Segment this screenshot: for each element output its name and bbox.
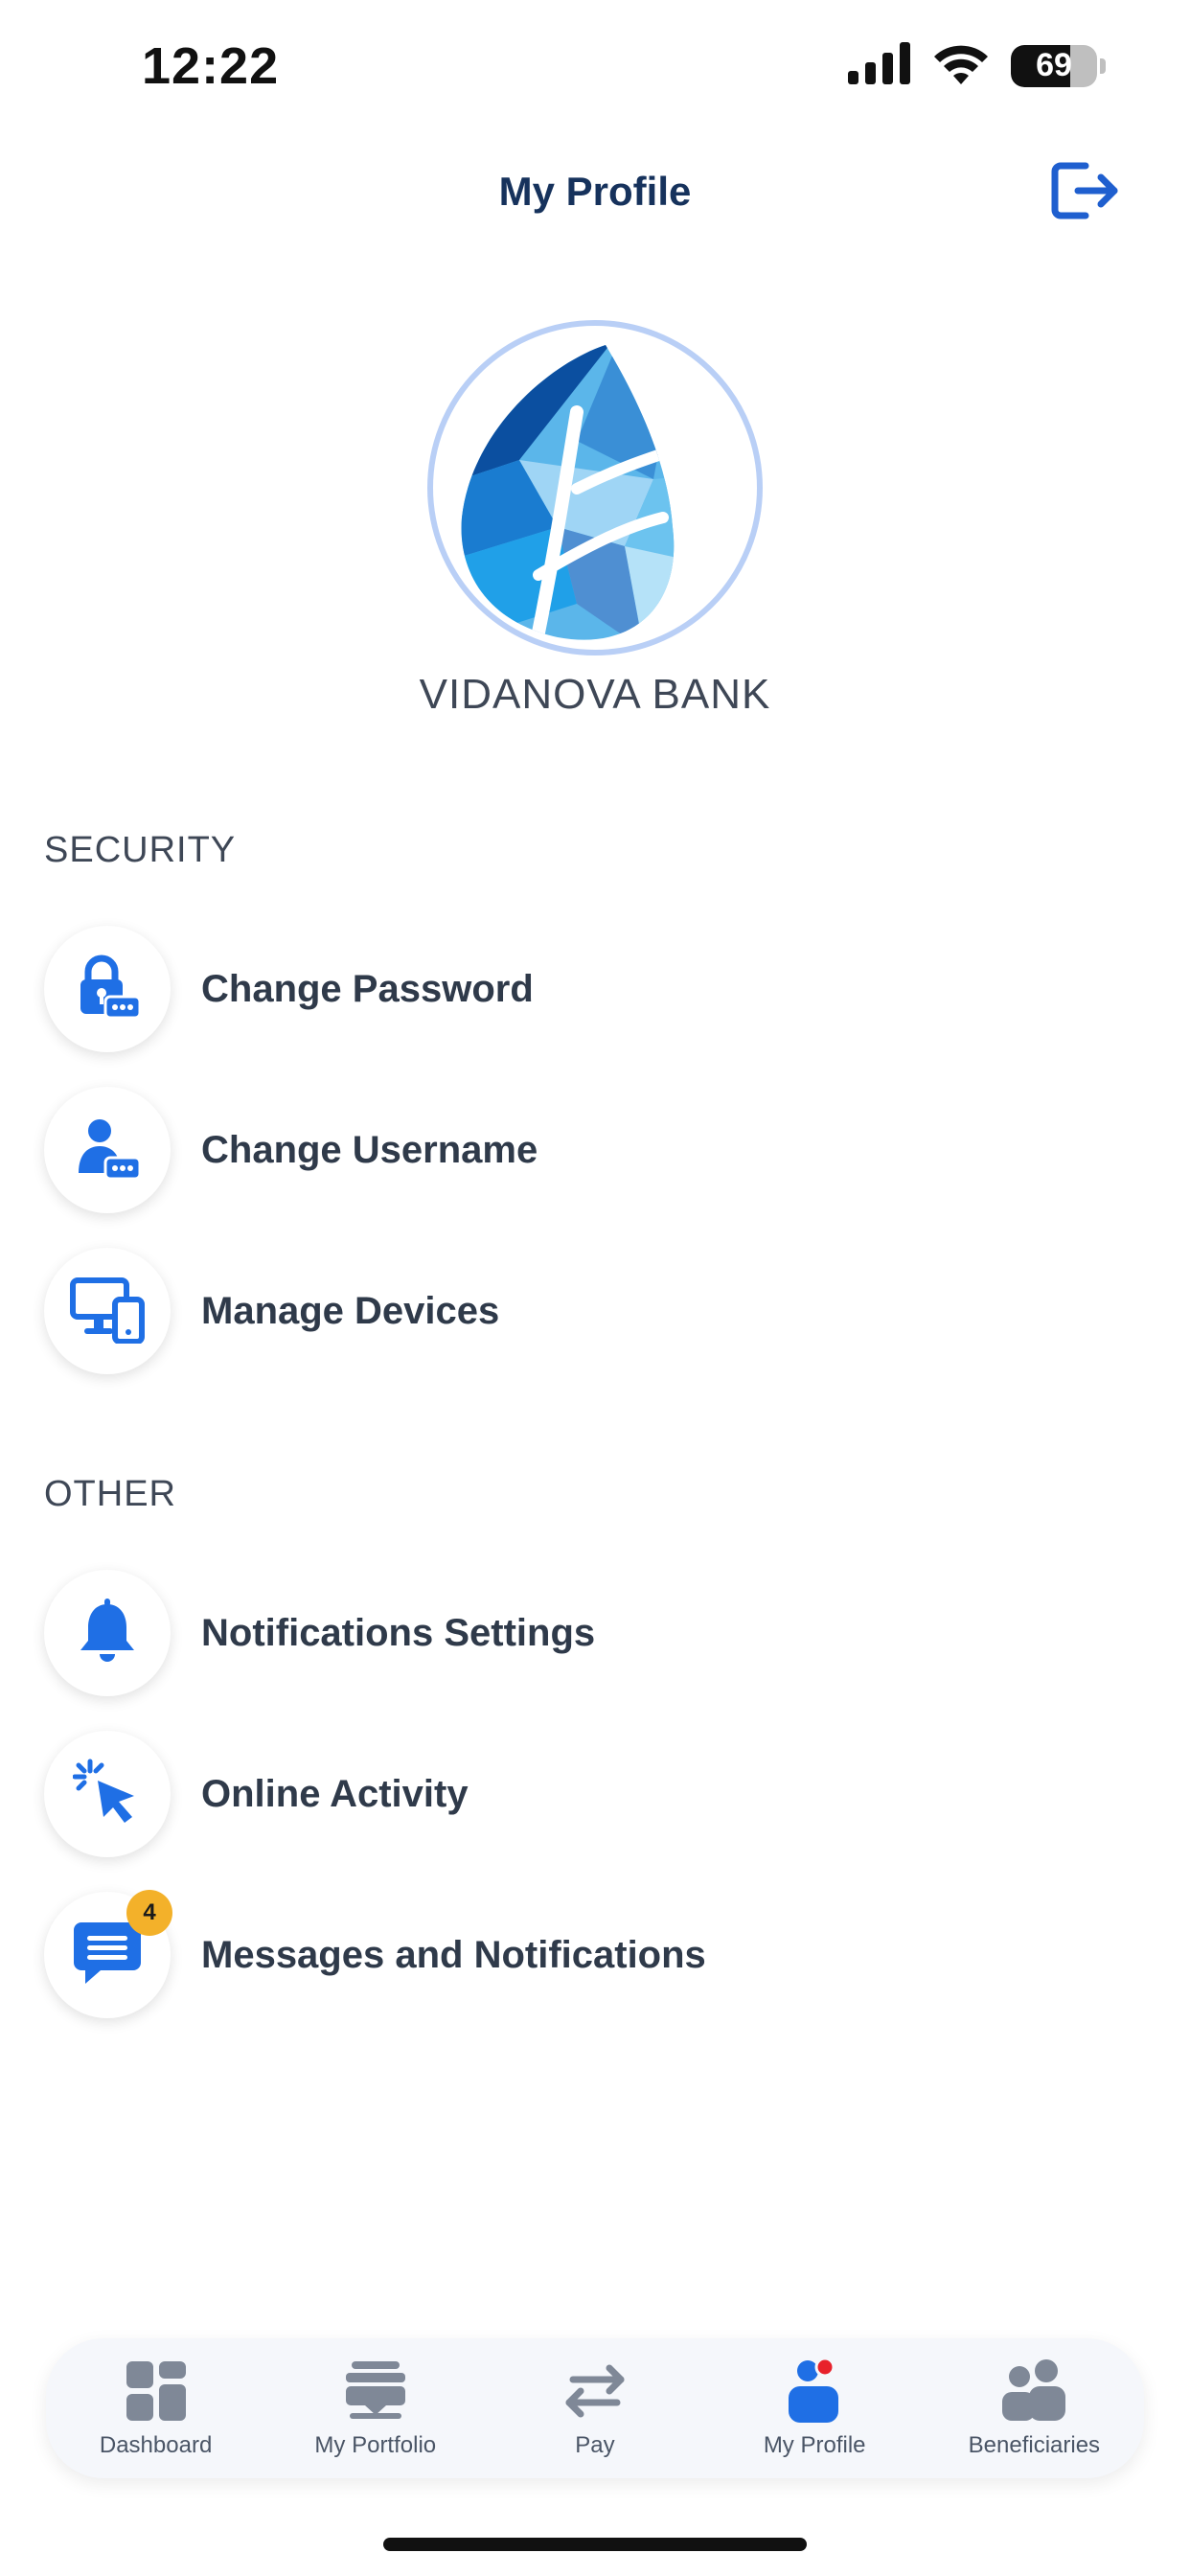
change-password-item[interactable]: Change Password	[44, 924, 1146, 1054]
change-username-item[interactable]: Change Username	[44, 1085, 1146, 1215]
notifications-settings-label: Notifications Settings	[201, 1611, 596, 1654]
tab-beneficiaries[interactable]: Beneficiaries	[933, 2358, 1134, 2459]
dashboard-icon	[123, 2358, 190, 2425]
messages-notifications-item[interactable]: 4 Messages and Notifications	[44, 1890, 1146, 2020]
battery-icon: 69	[1011, 44, 1097, 87]
tab-label: Beneficiaries	[968, 2432, 1101, 2458]
tab-pay[interactable]: Pay	[494, 2358, 696, 2459]
section-label-security: SECURITY	[44, 830, 237, 870]
tab-my-portfolio[interactable]: My Portfolio	[275, 2358, 476, 2459]
bank-logo	[461, 345, 675, 640]
status-time: 12:22	[142, 37, 280, 95]
change-password-label: Change Password	[201, 967, 534, 1010]
bell-icon	[77, 1597, 138, 1670]
notifications-settings-item[interactable]: Notifications Settings	[44, 1568, 1146, 1698]
chat-icon	[72, 1919, 143, 1992]
tab-my-profile[interactable]: My Profile	[714, 2358, 915, 2459]
bank-name: VIDANOVA BANK	[419, 671, 771, 718]
status-icons: 69	[848, 42, 1106, 89]
user-password-icon	[73, 1114, 142, 1187]
page-title: My Profile	[498, 169, 692, 214]
icon-circle: 4	[44, 1890, 172, 2018]
manage-devices-item[interactable]: Manage Devices	[44, 1246, 1146, 1376]
online-activity-item[interactable]: Online Activity	[44, 1729, 1146, 1859]
battery-nub	[1100, 58, 1106, 74]
manage-devices-label: Manage Devices	[201, 1289, 500, 1332]
icon-circle	[44, 1087, 171, 1213]
tab-label: My Portfolio	[314, 2432, 437, 2458]
online-activity-label: Online Activity	[201, 1772, 469, 1815]
tab-label: My Profile	[763, 2432, 866, 2458]
status-bar: 12:22 69	[0, 0, 1190, 144]
cursor-click-icon	[72, 1758, 142, 1831]
tab-dashboard[interactable]: Dashboard	[56, 2358, 257, 2459]
cellular-signal-icon	[848, 42, 911, 89]
tab-label: Pay	[575, 2432, 615, 2458]
avatar	[427, 320, 763, 656]
battery-indicator: 69	[1011, 44, 1106, 87]
icon-circle	[44, 1731, 171, 1857]
logout-icon	[1051, 160, 1122, 226]
lock-password-icon	[73, 953, 142, 1026]
profile-icon	[781, 2358, 848, 2425]
section-label-other: OTHER	[44, 1474, 176, 1514]
portfolio-icon	[342, 2358, 409, 2425]
home-indicator	[383, 2538, 807, 2551]
logout-button[interactable]	[1050, 159, 1123, 226]
icon-circle	[44, 926, 171, 1052]
change-username-label: Change Username	[201, 1128, 538, 1171]
people-icon	[1000, 2358, 1067, 2425]
unread-badge: 4	[126, 1890, 172, 1936]
battery-level: 69	[1036, 47, 1072, 83]
header: My Profile	[0, 153, 1190, 240]
wifi-icon	[932, 42, 990, 89]
messages-notifications-label: Messages and Notifications	[201, 1933, 706, 1976]
tab-bar: Dashboard My Portfolio Pay My Profile Be…	[46, 2338, 1144, 2478]
devices-icon	[69, 1275, 146, 1348]
icon-circle	[44, 1570, 171, 1696]
tab-label: Dashboard	[99, 2432, 213, 2458]
icon-circle	[44, 1248, 171, 1374]
transfer-arrows-icon	[561, 2358, 629, 2425]
